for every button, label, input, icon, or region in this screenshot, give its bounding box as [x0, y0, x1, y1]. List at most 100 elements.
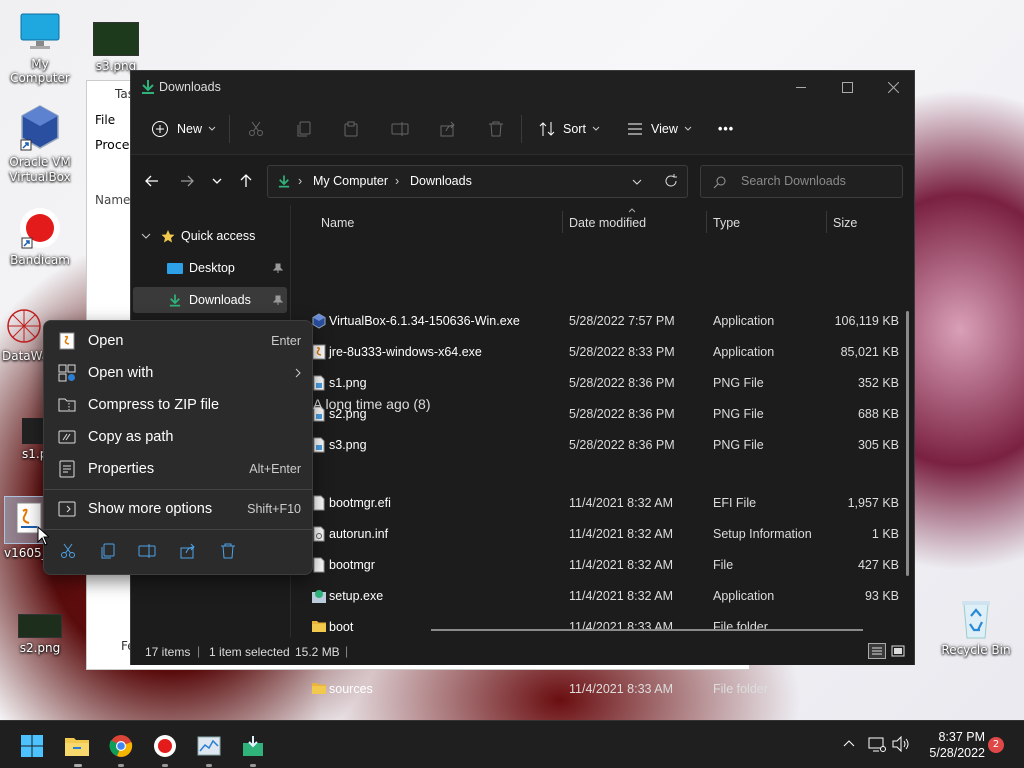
share-icon[interactable] — [180, 543, 196, 559]
up-button[interactable] — [240, 174, 252, 188]
more-options-button[interactable]: ••• — [718, 117, 734, 141]
menu-item-label: Compress to ZIP file — [88, 397, 220, 413]
title-bar[interactable]: Downloads — [131, 71, 914, 103]
rename-icon[interactable] — [138, 543, 156, 559]
vertical-scrollbar[interactable] — [906, 311, 909, 576]
horizontal-scrollbar[interactable] — [431, 629, 863, 631]
file-type: PNG File — [713, 376, 764, 390]
cut-icon[interactable] — [60, 543, 76, 559]
desktop-icon-s2[interactable]: s2.png — [0, 614, 80, 655]
start-button[interactable] — [17, 731, 47, 761]
menu-item-open-with[interactable]: Open with — [48, 357, 309, 389]
zip-folder-icon — [58, 396, 76, 414]
clock-time: 8:37 PM — [938, 730, 985, 744]
copy-icon[interactable] — [100, 543, 116, 559]
volume-icon[interactable] — [892, 736, 910, 752]
chevron-down-icon — [141, 233, 151, 239]
nav-quick-access[interactable]: Quick access — [133, 223, 287, 249]
share-button[interactable] — [440, 117, 456, 141]
running-indicator — [118, 764, 124, 767]
rename-button[interactable] — [391, 117, 409, 141]
table-row[interactable]: setup.exe 11/4/2021 8:32 AM Application 93 … — [305, 581, 905, 612]
table-row[interactable]: jre-8u333-windows-x64.exe 5/28/2022 8:33 … — [305, 337, 905, 368]
table-row[interactable]: bootmgr 11/4/2021 8:32 AM File 427 KB — [305, 550, 905, 581]
new-button[interactable]: New — [151, 117, 216, 141]
table-row[interactable]: s3.png 5/28/2022 8:36 PM PNG File 305 KB — [305, 430, 905, 461]
properties-icon — [58, 460, 76, 478]
show-hidden-icons-chevron[interactable] — [843, 739, 855, 747]
file-name: bootmgr — [329, 558, 375, 572]
menu-item-label: Open with — [88, 365, 154, 381]
desktop-icon-label: My Computer — [10, 57, 70, 85]
image-file-icon — [311, 375, 327, 391]
address-dropdown-icon[interactable] — [632, 179, 642, 185]
menu-item-compress-zip[interactable]: Compress to ZIP file — [48, 389, 309, 421]
taskbar-task-manager[interactable] — [194, 731, 224, 761]
column-divider[interactable] — [826, 211, 827, 233]
column-divider[interactable] — [706, 211, 707, 233]
installer-icon — [241, 735, 265, 757]
search-box[interactable]: Search Downloads — [700, 165, 903, 198]
sort-button[interactable]: Sort — [539, 117, 600, 141]
paste-button[interactable] — [343, 117, 359, 141]
column-header-date[interactable]: Date modified — [569, 209, 646, 237]
refresh-icon[interactable] — [664, 174, 678, 188]
table-row[interactable]: VirtualBox-6.1.34-150636-Win.exe 5/28/202… — [305, 306, 905, 337]
desktop-icon-bandicam[interactable]: Bandicam — [0, 206, 80, 267]
back-button[interactable] — [145, 175, 159, 187]
menu-item-open[interactable]: Open Enter — [48, 325, 309, 357]
bg-window-footer[interactable]: Fe — [93, 639, 135, 653]
menu-item-properties[interactable]: Properties Alt+Enter — [48, 453, 309, 485]
breadcrumb-downloads[interactable]: Downloads — [410, 174, 472, 188]
forward-button[interactable] — [180, 175, 194, 187]
table-row[interactable]: autorun.inf 11/4/2021 8:32 AM Setup Inform… — [305, 519, 905, 550]
view-button[interactable]: View — [627, 117, 692, 141]
file-type: Setup Information — [713, 527, 812, 541]
open-with-icon — [58, 364, 76, 382]
tiles-view-button[interactable] — [890, 643, 906, 659]
copy-button[interactable] — [296, 117, 312, 141]
delete-icon[interactable] — [220, 543, 236, 559]
menu-item-copy-as-path[interactable]: Copy as path — [48, 421, 309, 453]
breadcrumb-my-computer[interactable]: My Computer — [313, 174, 388, 188]
desktop-icon-s3[interactable]: s3.png — [76, 22, 156, 73]
address-bar[interactable]: › My Computer › Downloads — [267, 165, 688, 198]
column-header-type[interactable]: Type — [713, 209, 740, 237]
menu-item-label: Show more options — [88, 501, 213, 517]
column-divider[interactable] — [562, 211, 563, 233]
table-row[interactable]: sources 11/4/2021 8:33 AM File folder — [305, 674, 905, 694]
taskbar-clock[interactable]: 8:37 PM 5/28/2022 — [915, 729, 985, 761]
file-type: PNG File — [713, 438, 764, 452]
column-header-name[interactable]: Name — [321, 209, 354, 237]
menu-item-show-more-options[interactable]: Show more options Shift+F10 — [48, 493, 309, 525]
minimize-button[interactable] — [778, 71, 824, 103]
table-row[interactable]: s1.png 5/28/2022 8:36 PM PNG File 352 KB — [305, 368, 905, 399]
desktop-icon-recycle-bin[interactable]: Recycle Bin — [936, 596, 1016, 657]
cut-button[interactable] — [248, 117, 264, 141]
bg-window-column-name[interactable]: Name — [95, 193, 130, 207]
window-title: Downloads — [159, 80, 221, 94]
taskbar: 8:37 PM 5/28/2022 2 — [0, 720, 1024, 768]
table-row[interactable]: bootmgr.efi 11/4/2021 8:32 AM EFI File 1,95… — [305, 488, 905, 519]
column-header-size[interactable]: Size — [833, 209, 857, 237]
menu-item-label: Copy as path — [88, 429, 174, 445]
group-header-long-time-ago[interactable]: A long time ago (8) — [313, 396, 431, 412]
delete-button[interactable] — [488, 117, 504, 141]
desktop-icon-my-computer[interactable]: My Computer — [0, 10, 80, 85]
network-icon[interactable] — [868, 736, 886, 752]
taskbar-chrome[interactable] — [106, 731, 136, 761]
recent-locations-button[interactable] — [212, 178, 222, 184]
context-menu-quick-actions — [54, 539, 304, 565]
taskbar-bandicam[interactable] — [150, 731, 180, 761]
notification-badge[interactable]: 2 — [988, 737, 1004, 753]
maximize-button[interactable] — [824, 71, 870, 103]
close-button[interactable] — [870, 71, 916, 103]
taskbar-file-explorer[interactable] — [62, 731, 92, 761]
details-view-button[interactable] — [868, 643, 886, 659]
bg-window-menu-file[interactable]: File — [95, 113, 115, 127]
nav-downloads[interactable]: Downloads — [133, 287, 287, 313]
file-date: 11/4/2021 8:33 AM — [569, 620, 674, 634]
desktop-icon-virtualbox[interactable]: Oracle VM VirtualBox — [0, 104, 80, 185]
nav-desktop[interactable]: Desktop — [133, 255, 287, 281]
taskbar-installer[interactable] — [238, 731, 268, 761]
